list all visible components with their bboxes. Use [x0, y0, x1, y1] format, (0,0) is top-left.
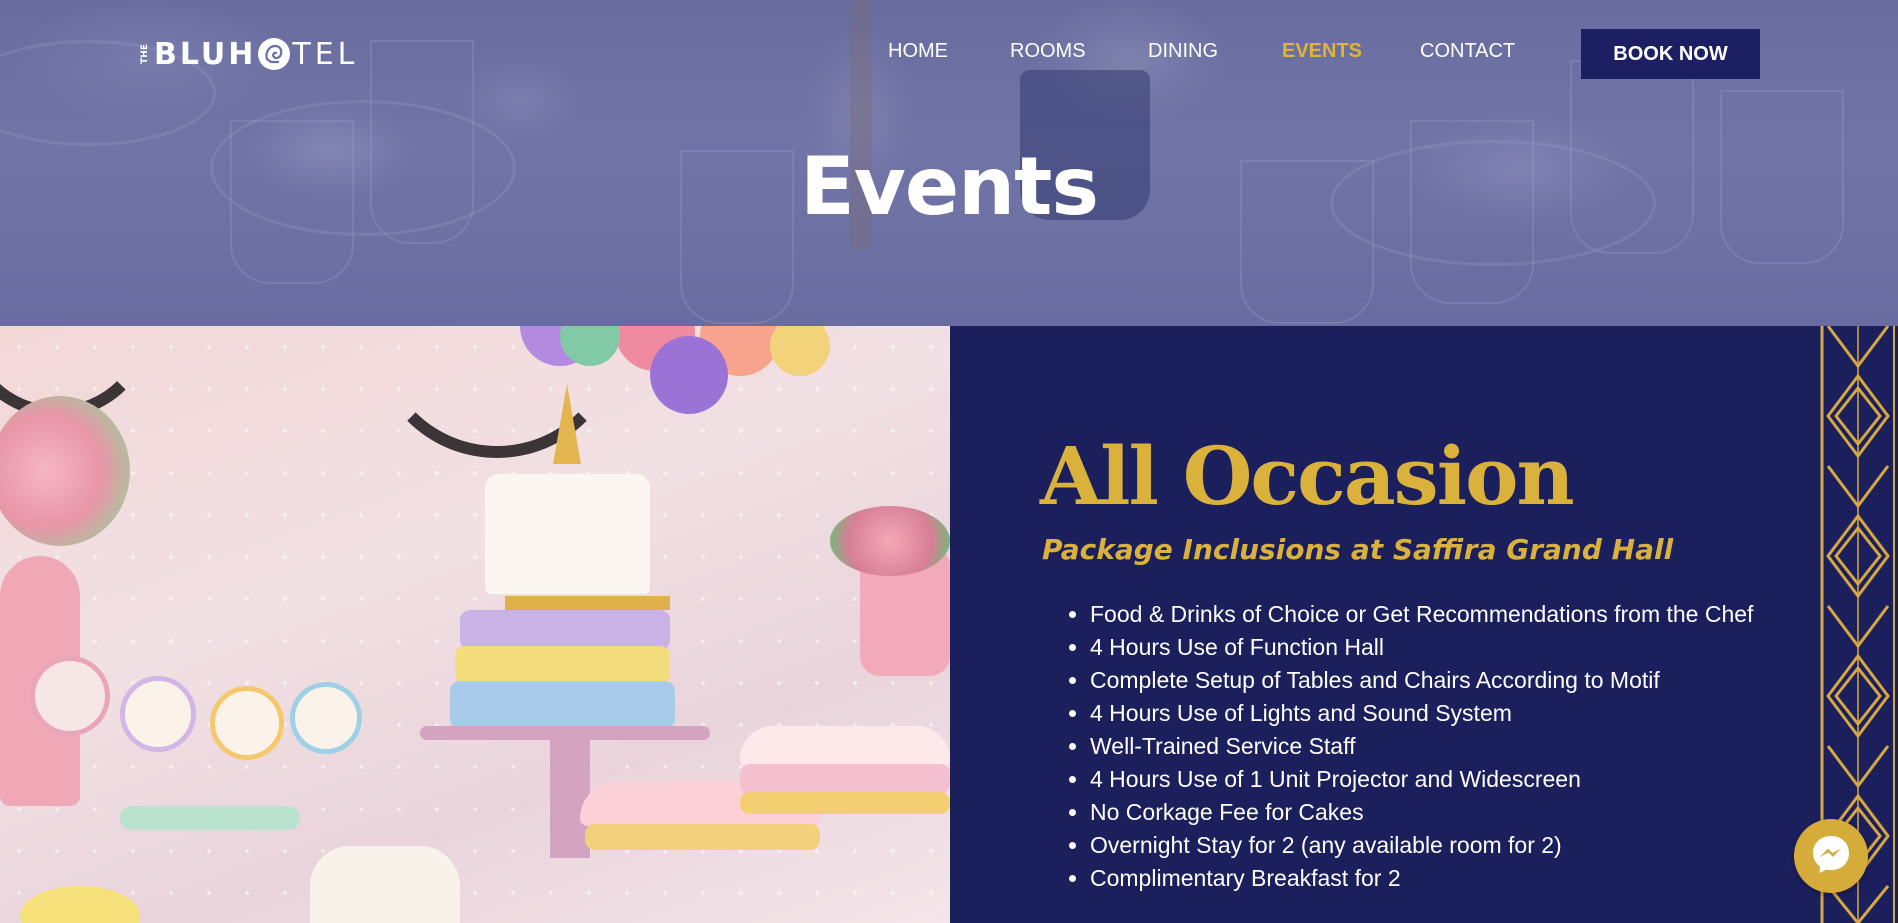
occasion-title: All Occasion	[1040, 429, 1575, 523]
hotel-logo-icon	[258, 38, 291, 70]
list-item: 4 Hours Use of Lights and Sound System	[1090, 697, 1770, 730]
list-item: Complimentary Breakfast for 2	[1090, 862, 1770, 895]
messenger-chat-button[interactable]	[1794, 819, 1868, 893]
logo-blu-text: BLUH	[154, 36, 257, 72]
list-item: No Corkage Fee for Cakes	[1090, 796, 1770, 829]
nav-home[interactable]: HOME	[888, 40, 948, 63]
list-item: Food & Drinks of Choice or Get Recommend…	[1090, 598, 1770, 631]
nav-rooms[interactable]: ROOMS	[1010, 40, 1086, 63]
nav-dining[interactable]: DINING	[1148, 40, 1218, 63]
logo-tel-text: TEL	[292, 36, 359, 72]
hotel-logo[interactable]: THE BLUH TEL	[140, 34, 358, 74]
list-item: Well-Trained Service Staff	[1090, 730, 1770, 763]
book-now-button[interactable]: BOOK NOW	[1581, 29, 1760, 79]
list-item: 4 Hours Use of 1 Unit Projector and Wide…	[1090, 763, 1770, 796]
nav-contact[interactable]: CONTACT	[1420, 40, 1515, 63]
list-item: 4 Hours Use of Function Hall	[1090, 631, 1770, 664]
occasion-panel: All Occasion Package Inclusions at Saffi…	[950, 326, 1818, 923]
hero-banner: THE BLUH TEL HOME ROOMS DINING EVENTS CO…	[0, 0, 1898, 326]
nav-events[interactable]: EVENTS	[1282, 40, 1362, 63]
messenger-icon	[1809, 832, 1853, 880]
event-photo	[0, 326, 950, 923]
page-title: Events	[800, 140, 1099, 233]
list-item: Overnight Stay for 2 (any available room…	[1090, 829, 1770, 862]
list-item: Complete Setup of Tables and Chairs Acco…	[1090, 664, 1770, 697]
logo-the-text: THE	[140, 44, 150, 64]
occasion-subtitle: Package Inclusions at Saffira Grand Hall	[1042, 533, 1674, 566]
inclusions-list: Food & Drinks of Choice or Get Recommend…	[1080, 598, 1770, 895]
